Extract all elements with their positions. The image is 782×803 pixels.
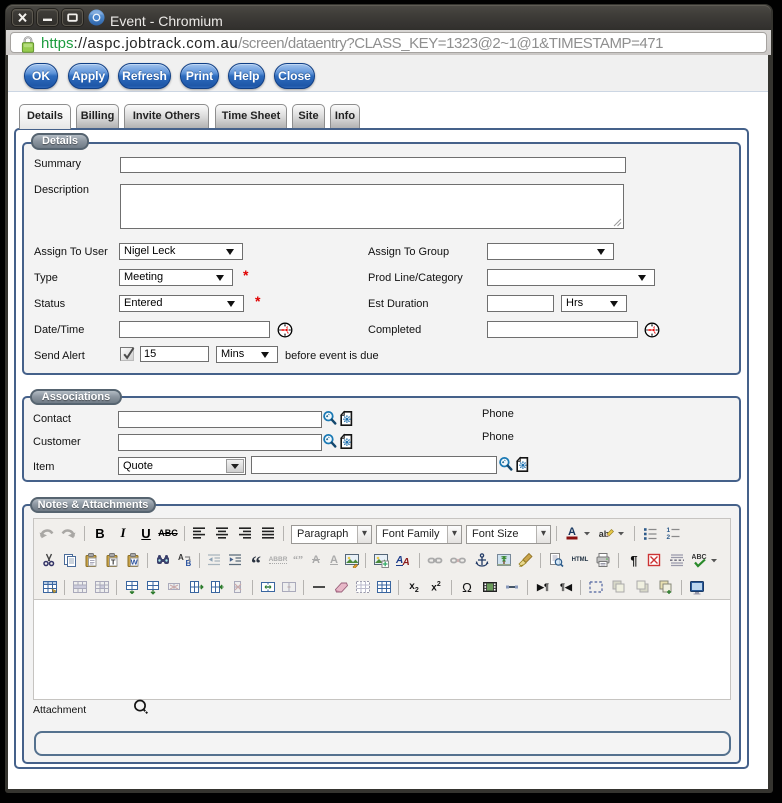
svg-text:T: T	[111, 558, 116, 567]
svg-text:A: A	[568, 526, 576, 538]
svg-text:W: W	[131, 558, 139, 567]
svg-text:B: B	[186, 559, 192, 568]
svg-text:A: A	[178, 553, 184, 562]
svg-text:2: 2	[667, 534, 671, 541]
svg-text:A: A	[402, 557, 410, 568]
svg-text:1: 1	[667, 527, 671, 534]
